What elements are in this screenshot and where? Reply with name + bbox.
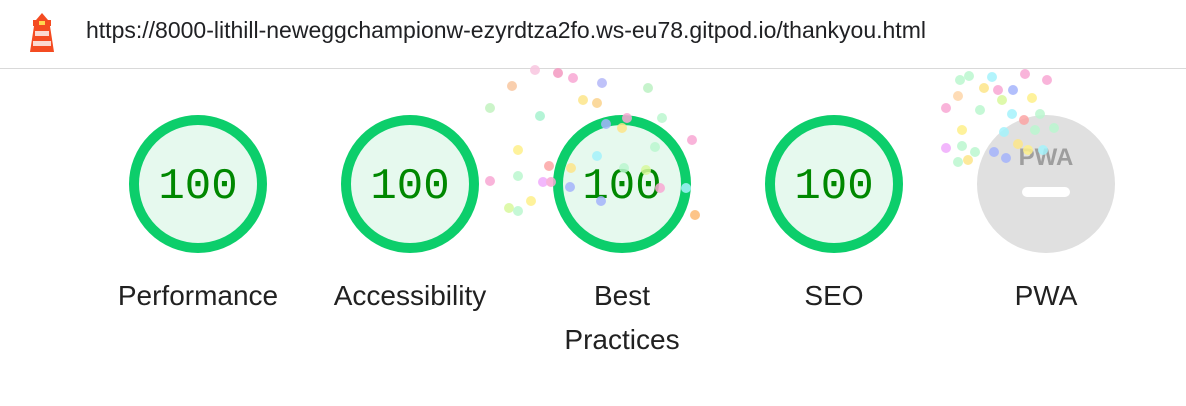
gauge-pwa[interactable]: PWA PWA <box>916 114 1176 318</box>
address-bar: https://8000-lithill-neweggchampionw-ezy… <box>0 0 1186 69</box>
pwa-badge <box>977 115 1115 253</box>
gauge-label: PWA <box>1014 280 1078 311</box>
pwa-dash-icon <box>1022 187 1070 197</box>
page-url[interactable]: https://8000-lithill-neweggchampionw-ezy… <box>86 17 926 44</box>
lighthouse-icon <box>30 13 54 52</box>
gauge-label-line-2: Practices <box>564 324 680 355</box>
pwa-mark: PWA <box>1018 144 1074 171</box>
